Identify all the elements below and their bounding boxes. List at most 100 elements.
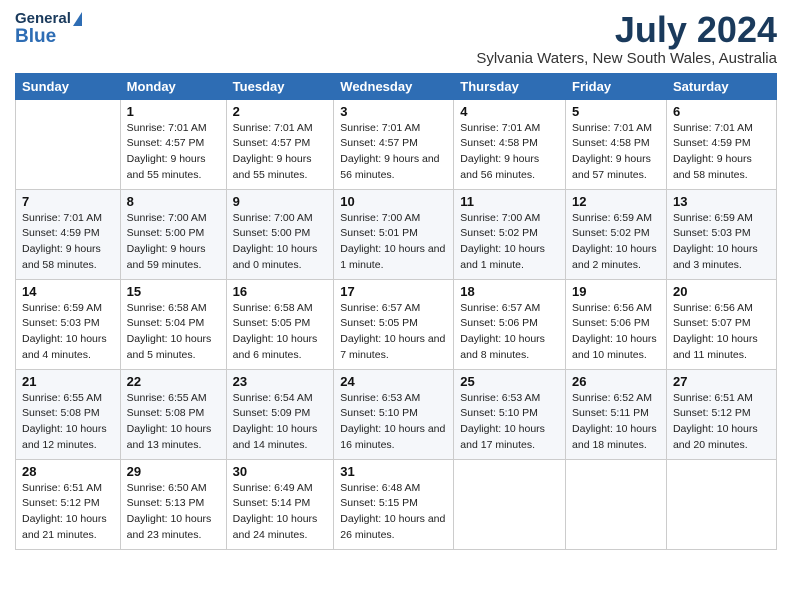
- header-cell: Monday: [120, 73, 226, 99]
- calendar-cell: 22Sunrise: 6:55 AMSunset: 5:08 PMDayligh…: [120, 369, 226, 459]
- logo-blue: Blue: [15, 26, 82, 49]
- day-info: Sunrise: 6:48 AMSunset: 5:15 PMDaylight:…: [340, 481, 447, 544]
- day-info: Sunrise: 6:53 AMSunset: 5:10 PMDaylight:…: [460, 391, 559, 454]
- day-number: 22: [127, 374, 220, 389]
- day-info: Sunrise: 7:01 AMSunset: 4:57 PMDaylight:…: [233, 121, 328, 184]
- calendar-cell: 8 Sunrise: 7:00 AMSunset: 5:00 PMDaylight…: [120, 189, 226, 279]
- calendar-cell: 25 Sunrise: 6:53 AMSunset: 5:10 PMDayligh…: [454, 369, 566, 459]
- calendar-cell: 13Sunrise: 6:59 AMSunset: 5:03 PMDayligh…: [666, 189, 776, 279]
- calendar-week-row: 28 Sunrise: 6:51 AMSunset: 5:12 PMDayligh…: [16, 459, 777, 549]
- calendar-cell: 24 Sunrise: 6:53 AMSunset: 5:10 PMDayligh…: [334, 369, 454, 459]
- header-cell: Sunday: [16, 73, 121, 99]
- day-info: Sunrise: 7:01 AMSunset: 4:59 PMDaylight:…: [673, 121, 770, 184]
- day-info: Sunrise: 6:59 AMSunset: 5:02 PMDaylight:…: [572, 211, 660, 274]
- calendar-cell: 4 Sunrise: 7:01 AMSunset: 4:58 PMDaylight…: [454, 99, 566, 189]
- header-cell: Wednesday: [334, 73, 454, 99]
- day-info: Sunrise: 7:01 AMSunset: 4:58 PMDaylight:…: [460, 121, 559, 184]
- calendar-cell: 27 Sunrise: 6:51 AMSunset: 5:12 PMDayligh…: [666, 369, 776, 459]
- day-info: Sunrise: 6:59 AMSunset: 5:03 PMDaylight:…: [22, 301, 114, 364]
- calendar-cell: [666, 459, 776, 549]
- day-number: 17: [340, 284, 447, 299]
- day-number: 18: [460, 284, 559, 299]
- day-info: Sunrise: 7:01 AMSunset: 4:57 PMDaylight:…: [340, 121, 447, 184]
- calendar-cell: 10Sunrise: 7:00 AMSunset: 5:01 PMDayligh…: [334, 189, 454, 279]
- day-number: 29: [127, 464, 220, 479]
- calendar-cell: 15 Sunrise: 6:58 AMSunset: 5:04 PMDayligh…: [120, 279, 226, 369]
- day-info: Sunrise: 6:53 AMSunset: 5:10 PMDaylight:…: [340, 391, 447, 454]
- day-info: Sunrise: 6:57 AMSunset: 5:05 PMDaylight:…: [340, 301, 447, 364]
- day-info: Sunrise: 7:00 AMSunset: 5:02 PMDaylight:…: [460, 211, 559, 274]
- day-number: 16: [233, 284, 328, 299]
- day-info: Sunrise: 6:56 AMSunset: 5:07 PMDaylight:…: [673, 301, 770, 364]
- day-number: 4: [460, 104, 559, 119]
- day-info: Sunrise: 6:51 AMSunset: 5:12 PMDaylight:…: [22, 481, 114, 544]
- calendar-cell: 21 Sunrise: 6:55 AMSunset: 5:08 PMDayligh…: [16, 369, 121, 459]
- day-number: 9: [233, 194, 328, 209]
- header-cell: Friday: [566, 73, 667, 99]
- calendar-cell: 12 Sunrise: 6:59 AMSunset: 5:02 PMDayligh…: [566, 189, 667, 279]
- calendar-cell: [454, 459, 566, 549]
- calendar-cell: 5Sunrise: 7:01 AMSunset: 4:58 PMDaylight…: [566, 99, 667, 189]
- logo: General Blue: [15, 10, 82, 49]
- calendar-cell: 18 Sunrise: 6:57 AMSunset: 5:06 PMDayligh…: [454, 279, 566, 369]
- calendar-cell: 3 Sunrise: 7:01 AMSunset: 4:57 PMDaylight…: [334, 99, 454, 189]
- day-info: Sunrise: 6:58 AMSunset: 5:05 PMDaylight:…: [233, 301, 328, 364]
- calendar-cell: [16, 99, 121, 189]
- header-row: SundayMondayTuesdayWednesdayThursdayFrid…: [16, 73, 777, 99]
- day-info: Sunrise: 7:00 AMSunset: 5:00 PMDaylight:…: [127, 211, 220, 274]
- day-number: 28: [22, 464, 114, 479]
- header-cell: Saturday: [666, 73, 776, 99]
- day-info: Sunrise: 6:54 AMSunset: 5:09 PMDaylight:…: [233, 391, 328, 454]
- day-number: 24: [340, 374, 447, 389]
- calendar-cell: 29 Sunrise: 6:50 AMSunset: 5:13 PMDayligh…: [120, 459, 226, 549]
- day-info: Sunrise: 6:58 AMSunset: 5:04 PMDaylight:…: [127, 301, 220, 364]
- day-number: 3: [340, 104, 447, 119]
- header-cell: Thursday: [454, 73, 566, 99]
- title-block: July 2024 Sylvania Waters, New South Wal…: [476, 10, 777, 67]
- page-subtitle: Sylvania Waters, New South Wales, Austra…: [476, 50, 777, 67]
- day-number: 25: [460, 374, 559, 389]
- calendar-cell: 14 Sunrise: 6:59 AMSunset: 5:03 PMDayligh…: [16, 279, 121, 369]
- day-number: 8: [127, 194, 220, 209]
- header-cell: Tuesday: [226, 73, 334, 99]
- calendar-cell: 19Sunrise: 6:56 AMSunset: 5:06 PMDayligh…: [566, 279, 667, 369]
- day-info: Sunrise: 6:49 AMSunset: 5:14 PMDaylight:…: [233, 481, 328, 544]
- calendar-cell: 7Sunrise: 7:01 AMSunset: 4:59 PMDaylight…: [16, 189, 121, 279]
- day-number: 15: [127, 284, 220, 299]
- calendar-week-row: 21 Sunrise: 6:55 AMSunset: 5:08 PMDayligh…: [16, 369, 777, 459]
- calendar-week-row: 7Sunrise: 7:01 AMSunset: 4:59 PMDaylight…: [16, 189, 777, 279]
- day-number: 2: [233, 104, 328, 119]
- calendar-cell: 31Sunrise: 6:48 AMSunset: 5:15 PMDayligh…: [334, 459, 454, 549]
- day-number: 30: [233, 464, 328, 479]
- calendar-cell: 6Sunrise: 7:01 AMSunset: 4:59 PMDaylight…: [666, 99, 776, 189]
- day-info: Sunrise: 7:01 AMSunset: 4:59 PMDaylight:…: [22, 211, 114, 274]
- day-info: Sunrise: 6:55 AMSunset: 5:08 PMDaylight:…: [22, 391, 114, 454]
- day-number: 21: [22, 374, 114, 389]
- day-number: 20: [673, 284, 770, 299]
- day-info: Sunrise: 6:57 AMSunset: 5:06 PMDaylight:…: [460, 301, 559, 364]
- day-info: Sunrise: 7:00 AMSunset: 5:01 PMDaylight:…: [340, 211, 447, 274]
- calendar-cell: 17 Sunrise: 6:57 AMSunset: 5:05 PMDayligh…: [334, 279, 454, 369]
- calendar-cell: 9 Sunrise: 7:00 AMSunset: 5:00 PMDaylight…: [226, 189, 334, 279]
- day-number: 27: [673, 374, 770, 389]
- day-number: 12: [572, 194, 660, 209]
- calendar-table: SundayMondayTuesdayWednesdayThursdayFrid…: [15, 73, 777, 550]
- day-number: 11: [460, 194, 559, 209]
- day-number: 1: [127, 104, 220, 119]
- calendar-cell: 1Sunrise: 7:01 AMSunset: 4:57 PMDaylight…: [120, 99, 226, 189]
- calendar-week-row: 1 Sunrise: 7:01 AMSunset: 4:57 PMDaylight…: [16, 99, 777, 189]
- day-info: Sunrise: 7:00 AMSunset: 5:00 PMDaylight:…: [233, 211, 328, 274]
- day-info: Sunrise: 6:50 AMSunset: 5:13 PMDaylight:…: [127, 481, 220, 544]
- calendar-cell: [566, 459, 667, 549]
- page-title: July 2024: [476, 10, 777, 50]
- day-info: Sunrise: 6:59 AMSunset: 5:03 PMDaylight:…: [673, 211, 770, 274]
- calendar-cell: 26 Sunrise: 6:52 AMSunset: 5:11 PMDayligh…: [566, 369, 667, 459]
- logo-triangle: [73, 12, 82, 26]
- day-number: 26: [572, 374, 660, 389]
- day-number: 23: [233, 374, 328, 389]
- day-number: 14: [22, 284, 114, 299]
- day-info: Sunrise: 6:52 AMSunset: 5:11 PMDaylight:…: [572, 391, 660, 454]
- day-number: 5: [572, 104, 660, 119]
- day-info: Sunrise: 6:51 AMSunset: 5:12 PMDaylight:…: [673, 391, 770, 454]
- calendar-cell: 28 Sunrise: 6:51 AMSunset: 5:12 PMDayligh…: [16, 459, 121, 549]
